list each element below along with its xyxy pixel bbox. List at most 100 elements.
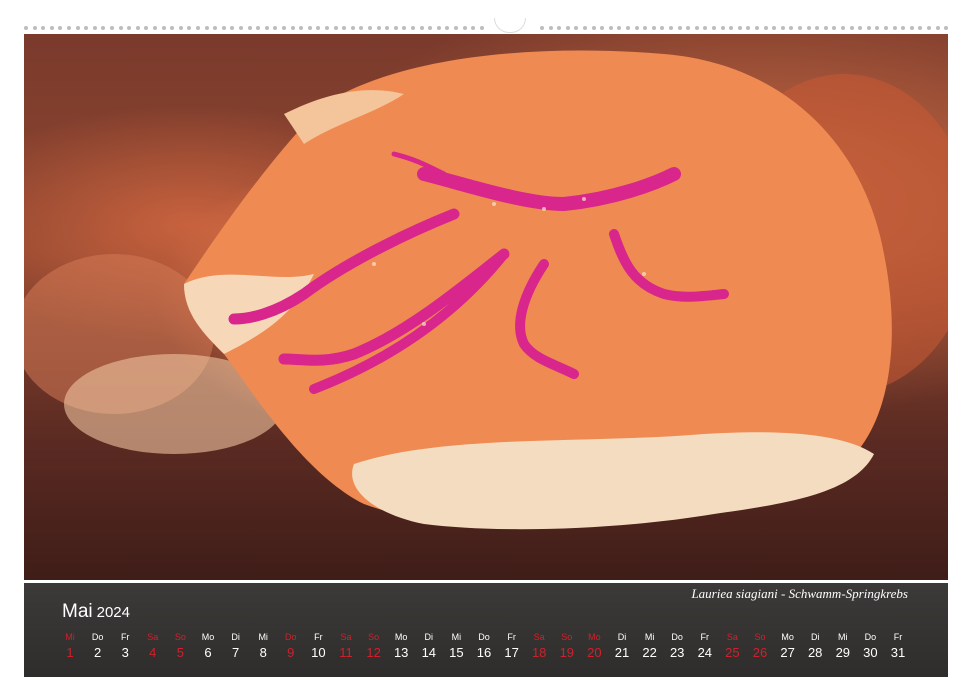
binding-hole bbox=[187, 26, 192, 30]
day-cell: So 19 bbox=[555, 632, 579, 664]
binding-hole bbox=[884, 26, 888, 30]
photo bbox=[24, 34, 948, 580]
weekday-label: Mo bbox=[781, 632, 794, 642]
binding-hole bbox=[858, 26, 863, 30]
binding-hole bbox=[445, 26, 450, 30]
day-number: 28 bbox=[807, 645, 823, 660]
day-cell: So 12 bbox=[362, 632, 386, 664]
binding-hole bbox=[144, 26, 149, 30]
weekday-label: Mi bbox=[258, 632, 268, 642]
binding-hole bbox=[772, 26, 777, 30]
binding-hole bbox=[385, 26, 390, 30]
binding-hole bbox=[892, 26, 897, 30]
binding-hole bbox=[557, 26, 562, 30]
binding-hole bbox=[703, 26, 708, 30]
binding-hole bbox=[617, 26, 622, 30]
month-name: Mai bbox=[62, 601, 93, 622]
day-number: 18 bbox=[531, 645, 547, 660]
squat-lobster-photo bbox=[24, 50, 948, 530]
binding-hole bbox=[720, 26, 725, 30]
day-number: 5 bbox=[176, 645, 184, 660]
weekday-label: Sa bbox=[147, 632, 159, 642]
day-cell: Mi 1 bbox=[58, 632, 82, 664]
binding-hole bbox=[32, 26, 37, 30]
binding-hole bbox=[41, 26, 46, 30]
binding-hole bbox=[918, 26, 923, 30]
binding-hole bbox=[583, 26, 587, 30]
hanger-hook bbox=[494, 18, 526, 33]
day-cell: Mo 27 bbox=[776, 632, 800, 664]
weekday-label: Mi bbox=[65, 632, 75, 642]
binding-hole bbox=[256, 26, 261, 30]
binding-hole bbox=[376, 26, 381, 30]
binding-hole bbox=[411, 26, 415, 30]
weekday-label: Mi bbox=[644, 632, 655, 642]
day-number: 4 bbox=[149, 645, 157, 660]
day-cell: Fr 17 bbox=[500, 632, 524, 664]
binding-hole bbox=[841, 26, 845, 30]
binding-hole bbox=[669, 26, 673, 30]
binding-hole bbox=[712, 26, 716, 30]
weekday-label: Sa bbox=[340, 632, 352, 642]
day-number: 27 bbox=[780, 645, 795, 660]
day-cell: Do 16 bbox=[472, 632, 496, 664]
binding-hole bbox=[290, 26, 295, 30]
day-cell: Mi 22 bbox=[638, 632, 662, 664]
day-cell: Di 7 bbox=[224, 632, 248, 664]
day-number: 13 bbox=[393, 645, 409, 660]
day-number: 21 bbox=[614, 645, 630, 660]
binding-hole bbox=[58, 26, 63, 30]
binding-hole bbox=[333, 26, 338, 30]
weekday-label: Mo bbox=[201, 632, 215, 642]
day-cell: Fr 31 bbox=[886, 632, 910, 664]
binding-hole bbox=[677, 26, 682, 30]
binding-hole bbox=[600, 26, 605, 30]
calendar-page: Lauriea siagiani - Schwamm-Springkrebs M… bbox=[0, 0, 971, 700]
day-number: 12 bbox=[366, 645, 381, 660]
day-number: 9 bbox=[287, 645, 295, 660]
binding-hole bbox=[471, 26, 476, 30]
weekday-label: Di bbox=[231, 632, 240, 642]
weekday-label: So bbox=[368, 632, 380, 642]
binding-hole bbox=[944, 26, 949, 30]
day-cell: Do 30 bbox=[858, 632, 882, 664]
binding-hole bbox=[368, 26, 372, 30]
day-cell: Mi 29 bbox=[831, 632, 855, 664]
binding-hole bbox=[135, 26, 140, 30]
day-cell: Sa 11 bbox=[334, 632, 358, 664]
day-cell: Sa 25 bbox=[720, 632, 744, 664]
binding-hole bbox=[110, 26, 114, 30]
binding-hole bbox=[92, 26, 97, 30]
day-cell: Mo 13 bbox=[389, 632, 413, 664]
binding-hole bbox=[849, 26, 854, 30]
spiral-binding bbox=[24, 18, 949, 33]
binding-hole bbox=[247, 26, 252, 30]
binding-hole bbox=[84, 26, 89, 30]
day-cell: Do 9 bbox=[279, 632, 303, 664]
weekday-label: Mo bbox=[588, 632, 601, 642]
day-number: 14 bbox=[421, 645, 437, 660]
binding-hole bbox=[239, 26, 243, 30]
day-number: 7 bbox=[231, 645, 240, 660]
weekday-label: Fr bbox=[120, 632, 130, 642]
binding-hole bbox=[798, 26, 802, 30]
day-number: 30 bbox=[863, 645, 878, 660]
binding-hole bbox=[479, 26, 484, 30]
weekday-label: Fr bbox=[314, 632, 323, 642]
day-cell: Do 23 bbox=[665, 632, 689, 664]
day-number: 10 bbox=[311, 645, 326, 660]
weekday-label: Mi bbox=[451, 632, 462, 642]
calendar-strip: Lauriea siagiani - Schwamm-Springkrebs M… bbox=[24, 583, 948, 677]
day-number: 31 bbox=[890, 645, 906, 660]
binding-hole bbox=[755, 26, 759, 30]
binding-hole bbox=[325, 26, 329, 30]
day-number: 29 bbox=[835, 645, 851, 660]
day-cell: Di 21 bbox=[610, 632, 634, 664]
day-number: 6 bbox=[204, 645, 212, 660]
day-cell: So 26 bbox=[748, 632, 772, 664]
binding-hole bbox=[67, 26, 71, 30]
year: 2024 bbox=[96, 604, 130, 621]
binding-hole bbox=[901, 26, 906, 30]
weekday-label: So bbox=[754, 632, 766, 642]
day-number: 16 bbox=[476, 645, 492, 660]
